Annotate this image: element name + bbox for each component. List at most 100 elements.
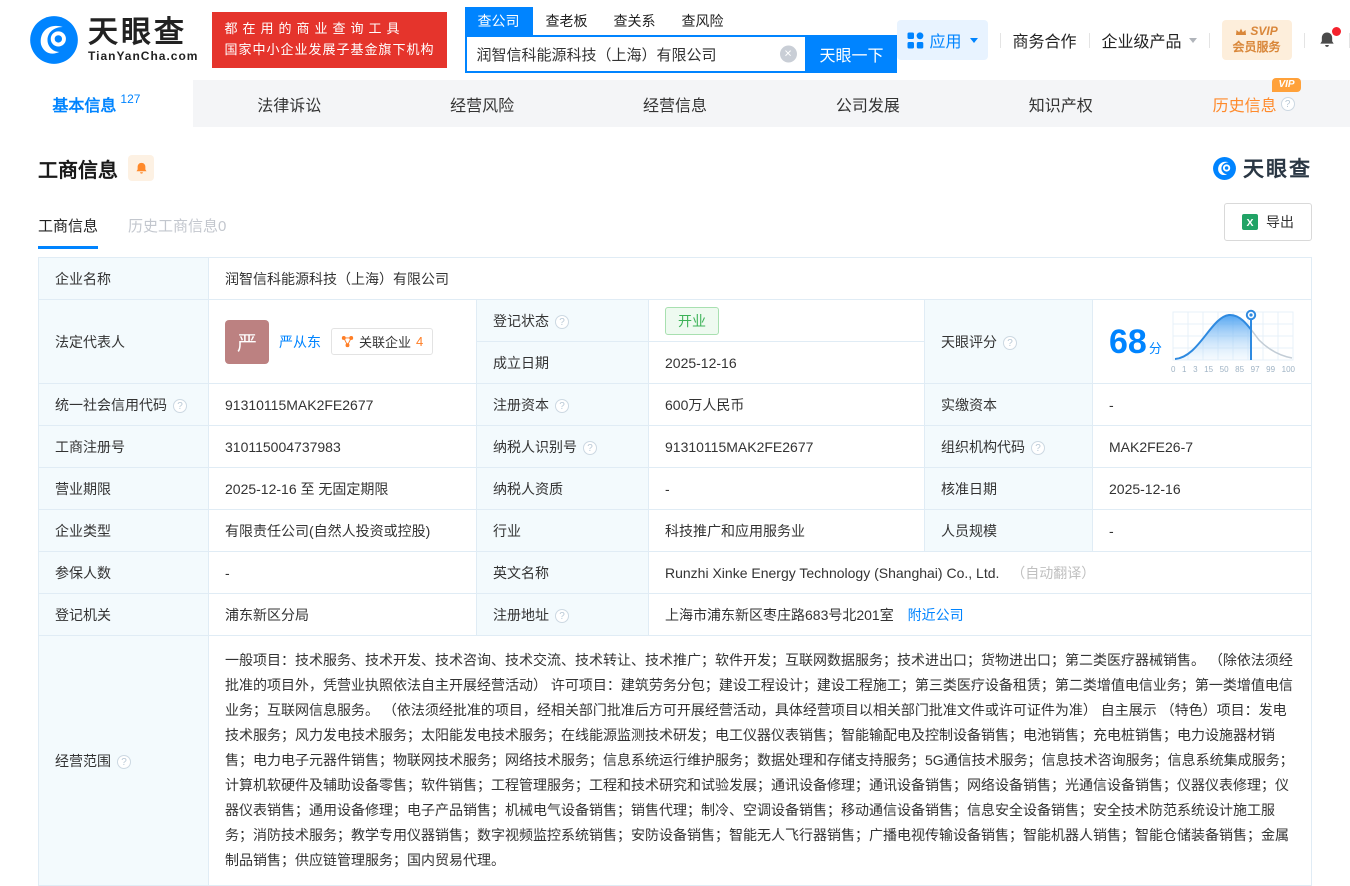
score-distribution-chart: 01 315 5085 9799 100 <box>1171 309 1295 374</box>
tab-company-development[interactable]: 公司发展 <box>771 80 964 127</box>
subtab-business-info[interactable]: 工商信息 <box>38 215 98 249</box>
field-label: 企业类型 <box>55 523 111 539</box>
tab-operation-risk[interactable]: 经营风险 <box>386 80 579 127</box>
legal-rep-link[interactable]: 严从东 <box>279 332 321 352</box>
approval-date: 2025-12-16 <box>1093 468 1312 510</box>
help-icon[interactable]: ? <box>555 609 569 623</box>
field-label: 纳税人识别号 <box>493 439 577 455</box>
table-row: 工商注册号 310115004737983 纳税人识别号? 91310115MA… <box>39 426 1312 468</box>
search-tab-company[interactable]: 查公司 <box>465 7 533 35</box>
help-icon[interactable]: ? <box>1281 97 1295 111</box>
table-row: 法定代表人 严 严从东 关联企业 4 <box>39 300 1312 342</box>
field-label: 参保人数 <box>55 565 111 581</box>
company-type: 有限责任公司(自然人投资或控股) <box>209 510 477 552</box>
nearby-companies-link[interactable]: 附近公司 <box>908 607 964 623</box>
field-label: 注册资本 <box>493 397 549 413</box>
svip-member-badge[interactable]: SVIP 会员服务 <box>1222 20 1292 59</box>
field-label: 天眼评分 <box>941 334 997 350</box>
score-unit: 分 <box>1149 338 1162 357</box>
search-tab-boss[interactable]: 查老板 <box>533 7 601 35</box>
tab-history-info[interactable]: 历史信息 VIP ? <box>1157 80 1350 127</box>
company-name: 润智信科能源科技（上海）有限公司 <box>209 258 1312 300</box>
apps-grid-icon <box>907 32 924 49</box>
related-companies-count: 4 <box>416 334 423 349</box>
link-enterprise-products[interactable]: 企业级产品 <box>1102 28 1197 52</box>
business-info-table: 企业名称 润智信科能源科技（上海）有限公司 法定代表人 严 严从东 关 <box>38 257 1312 886</box>
notification-bell-icon[interactable] <box>1317 30 1337 50</box>
registration-number: 310115004737983 <box>209 426 477 468</box>
search-input[interactable] <box>465 35 807 73</box>
legal-rep-avatar[interactable]: 严 <box>225 320 269 364</box>
table-row: 企业名称 润智信科能源科技（上海）有限公司 <box>39 258 1312 300</box>
slogan-line2: 国家中小企业发展子基金旗下机构 <box>224 40 434 61</box>
slogan-badge: 都在用的商业查询工具 国家中小企业发展子基金旗下机构 <box>212 12 446 68</box>
link-business-cooperation[interactable]: 商务合作 <box>1013 28 1077 52</box>
main-content: 工商信息 天眼查 工商信息 历史工商信息0 X 导出 <box>0 153 1350 886</box>
apps-menu[interactable]: 应用 <box>897 20 988 60</box>
help-icon[interactable]: ? <box>1031 441 1045 455</box>
chevron-down-icon <box>970 38 978 43</box>
tab-basic-info-count: 127 <box>120 92 140 106</box>
field-label: 工商注册号 <box>55 439 125 455</box>
watermark-text: 天眼查 <box>1243 153 1312 183</box>
notification-dot <box>1332 27 1341 36</box>
tianyancha-logo-icon <box>28 14 80 66</box>
field-label: 成立日期 <box>493 355 549 371</box>
score-value: 68 <box>1109 325 1147 359</box>
brand-logo[interactable]: 天眼查 TianYanCha.com <box>28 14 198 66</box>
registry-authority: 浦东新区分局 <box>209 594 477 636</box>
search-tab-risk[interactable]: 查风险 <box>669 7 737 35</box>
brand-name: 天眼查 <box>88 17 198 49</box>
english-name: Runzhi Xinke Energy Technology (Shanghai… <box>665 565 999 581</box>
paid-capital: - <box>1093 384 1312 426</box>
field-label: 纳税人资质 <box>493 481 563 497</box>
help-icon[interactable]: ? <box>583 441 597 455</box>
tab-legal-proceedings[interactable]: 法律诉讼 <box>193 80 386 127</box>
page: 天眼查 TianYanCha.com 都在用的商业查询工具 国家中小企业发展子基… <box>0 0 1350 886</box>
svg-text:X: X <box>1246 217 1253 229</box>
tab-label: 经营信息 <box>643 92 707 116</box>
slogan-line1: 都在用的商业查询工具 <box>224 19 434 40</box>
registered-capital: 600万人民币 <box>649 384 925 426</box>
help-icon[interactable]: ? <box>555 315 569 329</box>
auto-translate-note: （自动翻译） <box>1011 565 1095 581</box>
tab-intellectual-property[interactable]: 知识产权 <box>964 80 1157 127</box>
subscribe-bell-icon[interactable] <box>128 155 154 181</box>
tianyan-score[interactable]: 68 分 <box>1109 309 1295 374</box>
divider <box>1304 33 1305 48</box>
tab-business-info[interactable]: 经营信息 <box>579 80 772 127</box>
help-icon[interactable]: ? <box>555 399 569 413</box>
network-icon <box>341 335 354 348</box>
vip-tag: VIP <box>1272 78 1300 92</box>
tab-history-label: 历史信息 <box>1213 98 1277 115</box>
divider <box>1000 33 1001 48</box>
help-icon[interactable]: ? <box>173 399 187 413</box>
organization-code: MAK2FE26-7 <box>1093 426 1312 468</box>
tab-basic-info-label: 基本信息 <box>52 92 116 116</box>
crown-icon <box>1235 27 1247 37</box>
export-button[interactable]: X 导出 <box>1224 203 1312 241</box>
related-companies-badge[interactable]: 关联企业 4 <box>331 328 433 355</box>
search-button[interactable]: 天眼一下 <box>807 35 897 73</box>
tab-basic-info[interactable]: 基本信息 127 <box>0 80 193 127</box>
divider <box>1089 33 1090 48</box>
credit-code: 91310115MAK2FE2677 <box>209 384 477 426</box>
field-label: 法定代表人 <box>55 334 125 350</box>
registered-address: 上海市浦东新区枣庄路683号北201室 <box>665 607 894 623</box>
help-icon[interactable]: ? <box>117 755 131 769</box>
taxpayer-id: 91310115MAK2FE2677 <box>649 426 925 468</box>
subtab-history-business-info[interactable]: 历史工商信息0 <box>128 215 226 249</box>
taxpayer-quality: - <box>649 468 925 510</box>
score-axis-labels: 01 315 5085 9799 100 <box>1171 365 1295 374</box>
clear-search-icon[interactable]: × <box>780 46 797 63</box>
field-label: 营业期限 <box>55 481 111 497</box>
apps-label: 应用 <box>930 28 962 52</box>
top-header: 天眼查 TianYanCha.com 都在用的商业查询工具 国家中小企业发展子基… <box>0 0 1350 80</box>
help-icon[interactable]: ? <box>1003 336 1017 350</box>
header-right: 应用 商务合作 企业级产品 SVIP 会员服务 <box>897 20 1350 60</box>
table-row: 经营范围? 一般项目：技术服务、技术开发、技术咨询、技术交流、技术转让、技术推广… <box>39 636 1312 886</box>
section-title: 工商信息 <box>38 154 118 183</box>
tab-label: 知识产权 <box>1029 92 1093 116</box>
excel-icon: X <box>1242 214 1258 230</box>
search-tab-relation[interactable]: 查关系 <box>601 7 669 35</box>
